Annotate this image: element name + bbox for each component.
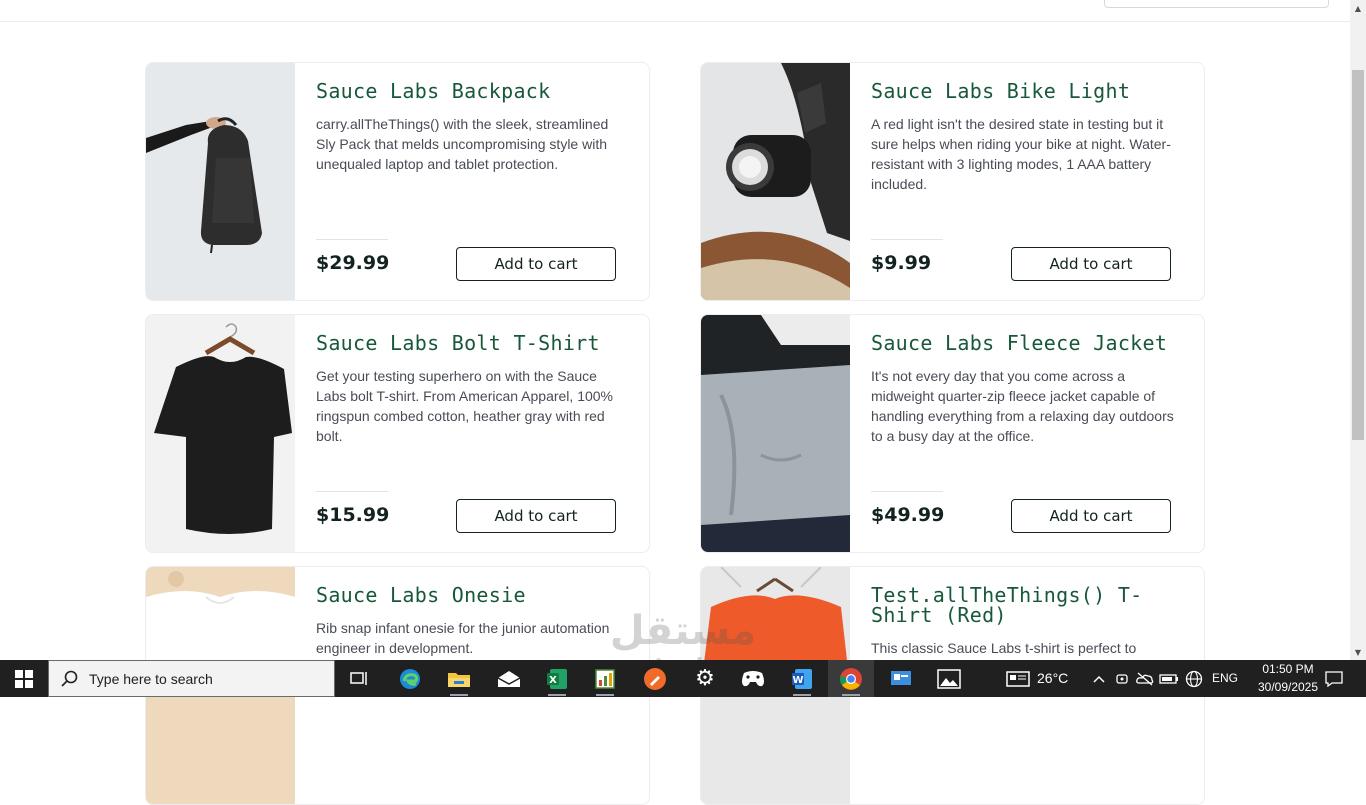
divider [871, 239, 943, 240]
excel-icon[interactable]: X [534, 660, 580, 697]
add-to-cart-button[interactable]: Add to cart [1011, 499, 1171, 533]
network-icon[interactable] [1182, 660, 1206, 697]
onedrive-off-icon[interactable] [1134, 660, 1156, 697]
product-price: $29.99 [316, 252, 390, 274]
divider [316, 491, 388, 492]
product-name[interactable]: Test.allTheThings() T-Shirt (Red) [871, 585, 1191, 625]
product-description: This classic Sauce Labs t-shirt is perfe… [871, 640, 1137, 656]
product-description: carry.allTheThings() with the sleek, str… [316, 116, 609, 172]
fleece-jacket-image[interactable] [701, 315, 850, 552]
product-description: Rib snap infant onesie for the junior au… [316, 620, 610, 656]
search-icon [61, 670, 78, 687]
scroll-down-icon[interactable]: ▼ [1350, 644, 1366, 660]
battery-icon[interactable] [1158, 660, 1180, 697]
pen-app-icon[interactable] [632, 660, 678, 697]
product-name[interactable]: Sauce Labs Backpack [316, 81, 636, 101]
product-name[interactable]: Sauce Labs Onesie [316, 585, 636, 605]
language-indicator[interactable]: ENG [1212, 671, 1238, 685]
bike-light-image[interactable] [701, 63, 850, 300]
news-widget-icon[interactable] [1003, 660, 1033, 697]
divider [316, 239, 388, 240]
task-view-icon[interactable] [336, 660, 382, 697]
chrome-icon[interactable] [828, 660, 874, 697]
windows-taskbar: Type here to search X ⚙ W 26°C ENG 01:50… [0, 660, 1366, 697]
notification-icon[interactable] [1318, 660, 1350, 697]
game-controller-icon[interactable] [730, 660, 776, 697]
add-to-cart-button[interactable]: Add to cart [456, 499, 616, 533]
remote-desktop-icon[interactable] [878, 660, 924, 697]
photos-icon[interactable] [926, 660, 972, 697]
product-name[interactable]: Sauce Labs Bike Light [871, 81, 1191, 101]
product-description: A red light isn't the desired state in t… [871, 116, 1171, 192]
bolt-tshirt-image[interactable] [146, 315, 295, 552]
mail-icon[interactable] [486, 660, 532, 697]
taskbar-search-box[interactable]: Type here to search [48, 660, 335, 697]
tray-app-icon[interactable] [1112, 660, 1132, 697]
chart-app-icon[interactable] [582, 660, 628, 697]
windows-start-icon[interactable] [0, 660, 48, 697]
product-description: Get your testing superhero on with the S… [316, 368, 613, 444]
weather-temp[interactable]: 26°C [1037, 670, 1068, 686]
product-name[interactable]: Sauce Labs Bolt T-Shirt [316, 333, 636, 353]
backpack-image[interactable] [146, 63, 295, 300]
add-to-cart-button[interactable]: Add to cart [1011, 247, 1171, 281]
search-placeholder: Type here to search [89, 670, 213, 687]
divider [871, 491, 943, 492]
product-description: It's not every day that you come across … [871, 368, 1174, 444]
page-scrollbar[interactable]: ▲ ▼ [1350, 0, 1366, 660]
word-icon[interactable]: W [779, 660, 825, 697]
scroll-up-icon[interactable]: ▲ [1350, 0, 1366, 16]
svg-text:X: X [549, 675, 557, 686]
scroll-thumb[interactable] [1352, 70, 1364, 440]
inventory-item-fleece-jacket: Sauce Labs Fleece Jacket It's not every … [700, 314, 1205, 553]
inventory-item-bolt-tshirt: Sauce Labs Bolt T-Shirt Get your testing… [145, 314, 650, 553]
product-price: $49.99 [871, 504, 945, 526]
sort-dropdown[interactable] [1104, 0, 1329, 8]
svg-text:W: W [792, 675, 803, 686]
add-to-cart-button[interactable]: Add to cart [456, 247, 616, 281]
product-name[interactable]: Sauce Labs Fleece Jacket [871, 333, 1191, 353]
inventory-item-bike-light: Sauce Labs Bike Light A red light isn't … [700, 62, 1205, 301]
header-bar [0, 0, 1350, 22]
file-explorer-icon[interactable] [436, 660, 482, 697]
edge-icon[interactable] [387, 660, 433, 697]
product-price: $9.99 [871, 252, 932, 274]
inventory-item-backpack: Sauce Labs Backpack carry.allTheThings()… [145, 62, 650, 301]
chevron-up-icon[interactable] [1089, 660, 1109, 697]
product-price: $15.99 [316, 504, 390, 526]
settings-icon[interactable]: ⚙ [682, 660, 728, 697]
